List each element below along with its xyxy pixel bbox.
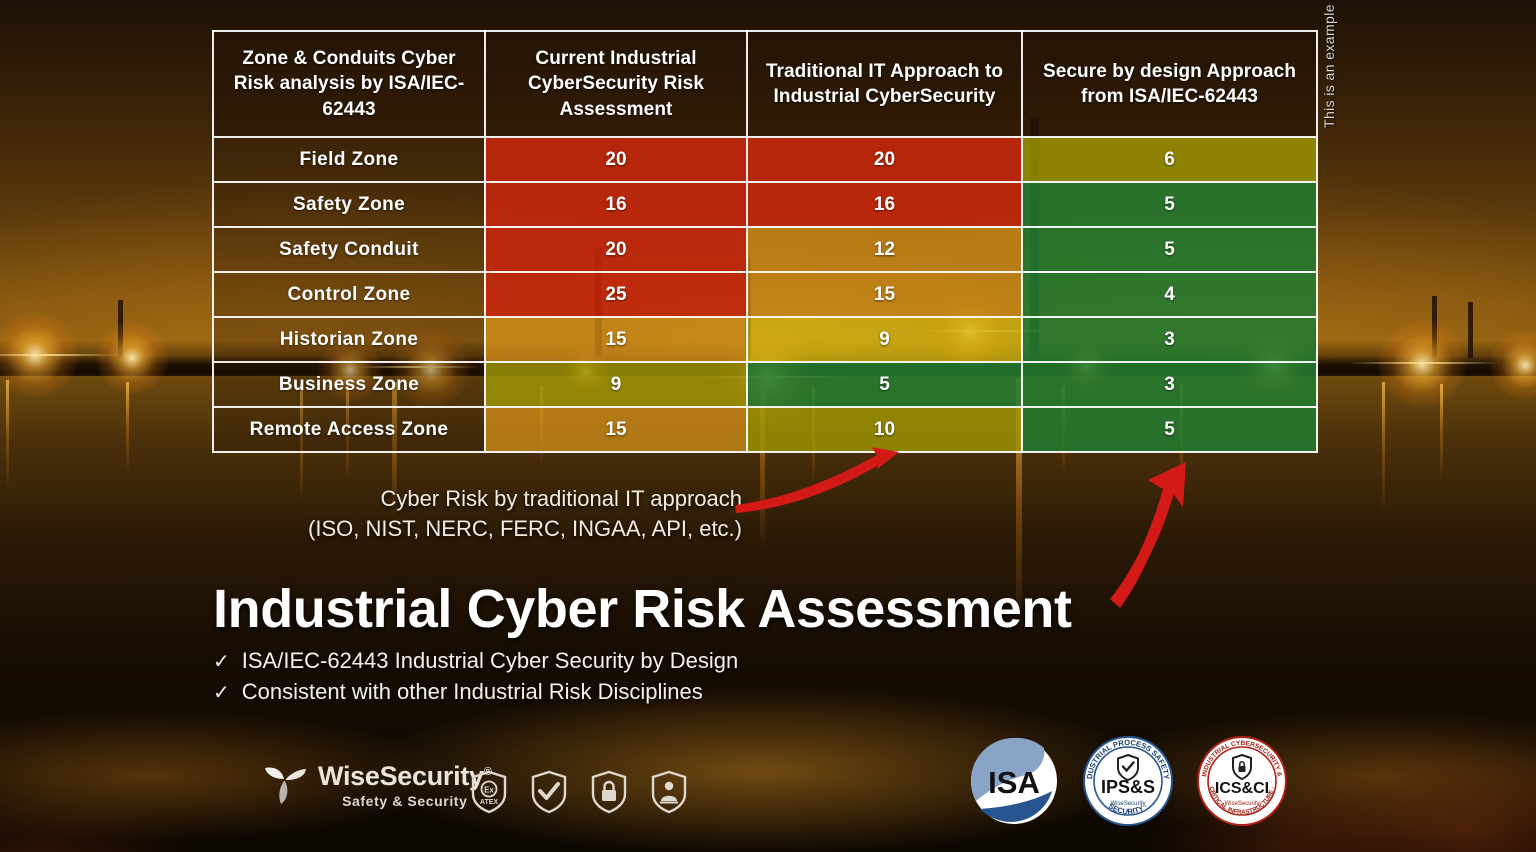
table-row: Field Zone 20 20 6 bbox=[212, 136, 1318, 183]
traditional-risk-cell: 5 bbox=[746, 361, 1023, 408]
column-header-secure: Secure by design Approach from ISA/IEC-6… bbox=[1021, 30, 1318, 138]
isa-badge: ISA bbox=[968, 735, 1060, 827]
isa-badge-text: ISA bbox=[988, 765, 1040, 800]
zone-name-cell: Safety Zone bbox=[212, 181, 486, 228]
bullet-item: ✓ Consistent with other Industrial Risk D… bbox=[213, 677, 738, 708]
brand-text-block: WiseSecurity® Safety & Security bbox=[318, 760, 492, 809]
current-risk-cell: 15 bbox=[484, 316, 748, 363]
traditional-risk-cell: 15 bbox=[746, 271, 1023, 318]
risk-assessment-table: Zone & Conduits Cyber Risk analysis by I… bbox=[212, 30, 1318, 453]
traditional-risk-cell: 16 bbox=[746, 181, 1023, 228]
zone-name-cell: Control Zone bbox=[212, 271, 486, 318]
zone-name-cell: Safety Conduit bbox=[212, 226, 486, 273]
icsci-badge: INDUSTRIAL CYBERSECURITY & CRITICAL INFR… bbox=[1196, 735, 1288, 827]
current-risk-cell: 25 bbox=[484, 271, 748, 318]
bullet-list: ✓ ISA/IEC-62443 Industrial Cyber Security… bbox=[213, 646, 738, 707]
table-row: Safety Conduit 20 12 5 bbox=[212, 226, 1318, 273]
plant-tower bbox=[1432, 296, 1437, 358]
plant-tower bbox=[118, 300, 123, 358]
secure-risk-cell: 5 bbox=[1021, 226, 1318, 273]
brand-name: WiseSecurity® bbox=[318, 760, 492, 791]
side-note-label: This is an example of a real risk calcul… bbox=[1321, 0, 1337, 128]
traditional-risk-cell: 10 bbox=[746, 406, 1023, 453]
slide-canvas: Zone & Conduits Cyber Risk analysis by I… bbox=[0, 0, 1536, 852]
ipss-badge: INDUSTRIAL PROCESS SAFETY & SECURITY · I… bbox=[1079, 728, 1174, 827]
current-risk-cell: 20 bbox=[484, 136, 748, 183]
icsci-badge-sub: WiseSecurity bbox=[1224, 801, 1259, 807]
current-risk-cell: 20 bbox=[484, 226, 748, 273]
page-title: Industrial Cyber Risk Assessment bbox=[213, 579, 1072, 639]
wisesecurity-logo: WiseSecurity® Safety & Security bbox=[262, 762, 492, 808]
secure-risk-cell: 6 bbox=[1021, 136, 1318, 183]
svg-text:Ex: Ex bbox=[484, 786, 494, 795]
ipss-badge-sub: WiseSecurity bbox=[1110, 801, 1145, 807]
current-risk-cell: 16 bbox=[484, 181, 748, 228]
accreditation-badges: ISA INDUSTRIAL PROCESS SAFETY & SECURITY… bbox=[968, 728, 1288, 827]
caption-line-1: Cyber Risk by traditional IT approach bbox=[380, 486, 742, 511]
secure-risk-cell: 4 bbox=[1021, 271, 1318, 318]
zone-name-cell: Business Zone bbox=[212, 361, 486, 408]
plant-tower bbox=[1468, 302, 1473, 358]
bullet-item: ✓ ISA/IEC-62443 Industrial Cyber Security… bbox=[213, 646, 738, 677]
caption-line-2: (ISO, NIST, NERC, FERC, INGAA, API, etc.… bbox=[308, 515, 742, 541]
column-header-current: Current Industrial CyberSecurity Risk As… bbox=[484, 30, 748, 138]
leaf-mark-icon bbox=[262, 762, 308, 808]
table-row: Remote Access Zone 15 10 5 bbox=[212, 406, 1318, 453]
current-risk-cell: 15 bbox=[484, 406, 748, 453]
table-row: Control Zone 25 15 4 bbox=[212, 271, 1318, 318]
secure-risk-cell: 3 bbox=[1021, 361, 1318, 408]
traditional-risk-cell: 12 bbox=[746, 226, 1023, 273]
atex-shield-icon: Ex ATEX bbox=[470, 770, 508, 814]
zone-name-cell: Remote Access Zone bbox=[212, 406, 486, 453]
check-shield-icon bbox=[530, 770, 568, 814]
traditional-risk-cell: 9 bbox=[746, 316, 1023, 363]
traditional-approach-caption: Cyber Risk by traditional IT approach (I… bbox=[262, 484, 742, 543]
table-header-row: Zone & Conduits Cyber Risk analysis by I… bbox=[212, 30, 1318, 138]
current-risk-cell: 9 bbox=[484, 361, 748, 408]
table-row: Safety Zone 16 16 5 bbox=[212, 181, 1318, 228]
zone-name-cell: Historian Zone bbox=[212, 316, 486, 363]
bullet-text: ISA/IEC-62443 Industrial Cyber Security … bbox=[241, 648, 739, 673]
checkmark-icon: ✓ bbox=[213, 651, 230, 673]
table-row: Business Zone 9 5 3 bbox=[212, 361, 1318, 408]
lock-shield-icon bbox=[590, 770, 628, 814]
table-row: Historian Zone 15 9 3 bbox=[212, 316, 1318, 363]
secure-risk-cell: 5 bbox=[1021, 181, 1318, 228]
certification-icon-row: Ex ATEX bbox=[470, 770, 688, 814]
icsci-badge-text: ICS&CI bbox=[1215, 780, 1269, 797]
checkmark-icon: ✓ bbox=[213, 681, 230, 704]
hazmat-shield-icon bbox=[650, 770, 688, 814]
bullet-text: Consistent with other Industrial Risk Di… bbox=[241, 678, 703, 704]
secure-risk-cell: 3 bbox=[1021, 316, 1318, 363]
column-header-zone: Zone & Conduits Cyber Risk analysis by I… bbox=[212, 30, 486, 138]
brand-tagline: Safety & Security bbox=[342, 792, 468, 809]
traditional-risk-cell: 20 bbox=[746, 136, 1023, 183]
column-header-traditional: Traditional IT Approach to Industrial Cy… bbox=[746, 30, 1023, 138]
secure-risk-cell: 5 bbox=[1021, 406, 1318, 453]
brand-name-text: WiseSecurity bbox=[318, 760, 484, 791]
svg-text:ATEX: ATEX bbox=[480, 799, 498, 806]
ipss-badge-text: IPS&S bbox=[1101, 777, 1155, 797]
zone-name-cell: Field Zone bbox=[212, 136, 486, 183]
